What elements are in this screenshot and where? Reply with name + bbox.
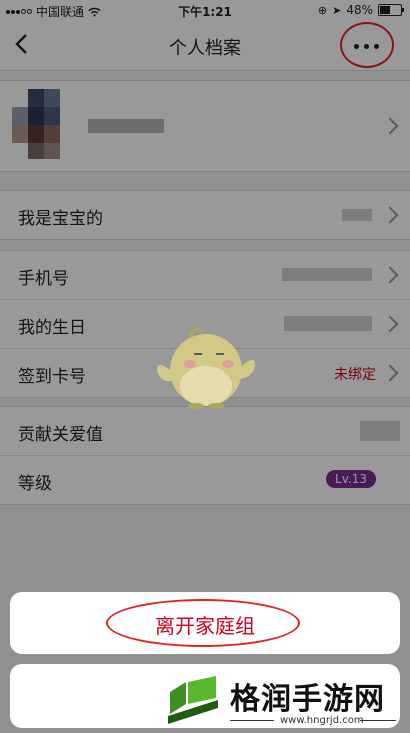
annotation-circle-leave — [106, 599, 300, 647]
mascot-watermark-icon — [157, 327, 255, 409]
watermark-rule-right — [360, 720, 396, 721]
site-watermark: 格润手游网 www.hngrjd.com — [160, 668, 406, 732]
leave-family-button[interactable]: 离开家庭组 — [10, 592, 400, 654]
site-watermark-title: 格润手游网 — [230, 682, 385, 717]
site-logo-icon — [164, 672, 222, 726]
site-watermark-url: www.hngrjd.com — [280, 715, 364, 726]
watermark-rule-left — [230, 720, 274, 721]
